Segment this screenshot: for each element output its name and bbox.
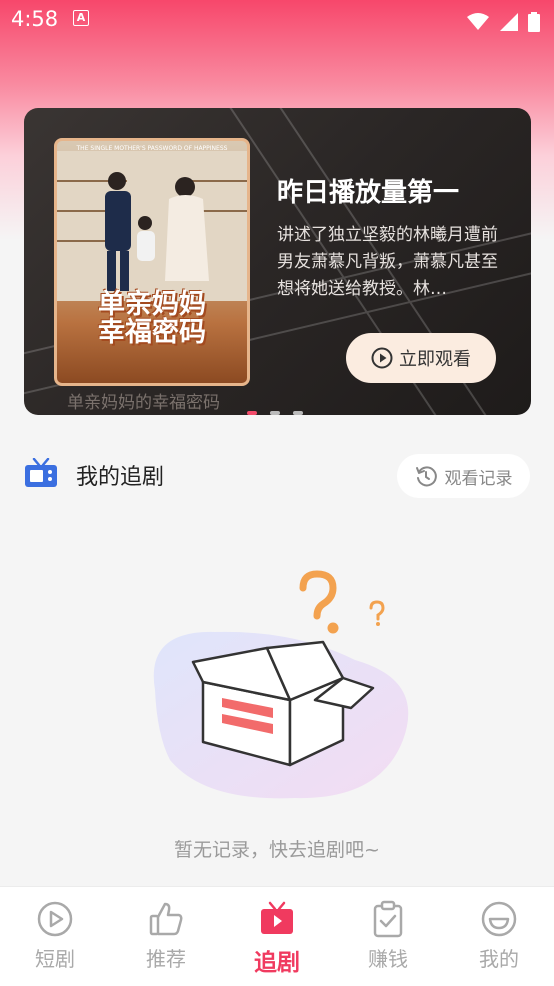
empty-box-illustration <box>153 570 409 799</box>
thumbs-up-icon <box>149 902 183 936</box>
play-icon <box>371 347 393 369</box>
tab-label: 赚钱 <box>368 947 408 971</box>
carousel-indicator <box>247 400 316 415</box>
history-icon <box>415 466 437 487</box>
tab-label: 推荐 <box>146 947 186 971</box>
status-time: 4:58 <box>11 7 59 31</box>
notification-icon: A <box>73 10 89 26</box>
watch-now-button[interactable]: 立即观看 <box>346 333 496 383</box>
status-icons <box>463 8 540 32</box>
tv-icon <box>25 458 57 487</box>
drama-poster[interactable]: THE SINGLE MOTHER'S PASSWORD OF HAPPINES… <box>54 138 250 386</box>
status-bar: 4:58 A <box>0 0 554 38</box>
banner-description: 讲述了独立坚毅的林曦月遭前男友萧慕凡背叛，萧慕凡甚至想将她送给教授。林… <box>277 225 498 299</box>
banner-caption: 单亲妈妈的幸福密码 <box>67 393 220 413</box>
poster-artwork <box>57 151 247 301</box>
poster-title: 单亲妈妈 幸福密码 <box>98 289 206 348</box>
tab-recommend[interactable]: 推荐 <box>121 899 211 972</box>
tv-icon <box>261 901 293 934</box>
bottom-tab-bar: 短剧 推荐 追剧 赚钱 我的 <box>0 886 554 986</box>
tab-short-drama[interactable]: 短剧 <box>10 899 100 972</box>
play-circle-icon <box>37 901 73 937</box>
clipboard-check-icon <box>373 900 403 938</box>
tab-profile[interactable]: 我的 <box>454 899 544 972</box>
carousel-dot <box>270 411 280 415</box>
watch-now-label: 立即观看 <box>399 349 471 370</box>
carousel-dot <box>293 411 303 415</box>
carousel-dot <box>247 411 257 415</box>
empty-state-message: 暂无记录，快去追剧吧~ <box>174 839 380 861</box>
tab-label: 短剧 <box>35 947 75 971</box>
signal-icon <box>499 12 518 31</box>
watch-history-label: 观看记录 <box>444 468 513 489</box>
tab-label: 追剧 <box>254 950 300 976</box>
tab-label: 我的 <box>479 947 519 971</box>
banner-title: 昨日播放量第一 <box>277 178 460 208</box>
watch-history-button[interactable]: 观看记录 <box>397 454 530 498</box>
wifi-icon <box>467 12 490 30</box>
featured-banner[interactable]: THE SINGLE MOTHER'S PASSWORD OF HAPPINES… <box>24 108 531 415</box>
tab-following[interactable]: 追剧 <box>232 899 322 977</box>
my-drama-section-header: 我的追剧 观看记录 <box>0 450 554 498</box>
section-title: 我的追剧 <box>76 465 165 490</box>
tab-earn[interactable]: 赚钱 <box>343 899 433 972</box>
battery-icon <box>528 11 540 32</box>
smile-icon <box>481 901 517 937</box>
